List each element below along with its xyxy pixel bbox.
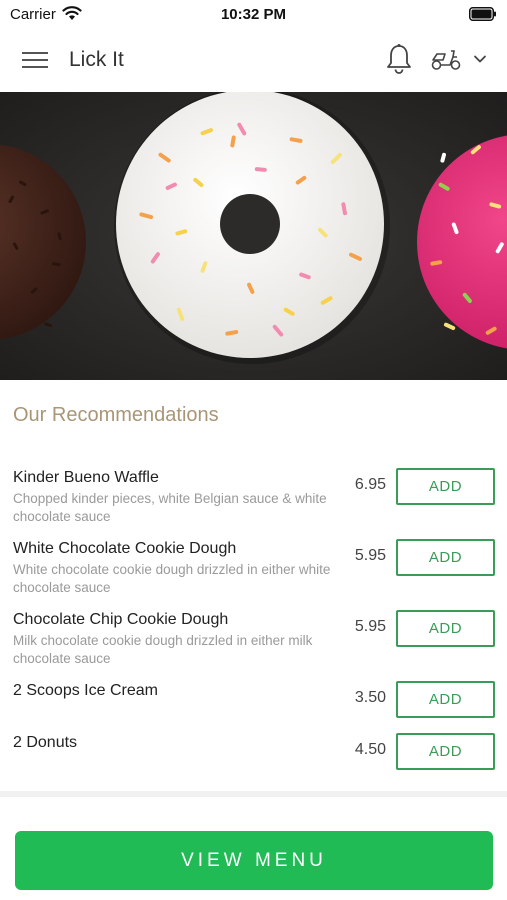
white-sprinkle-donut	[114, 92, 390, 364]
list-item: White Chocolate Cookie Dough White choco…	[0, 533, 507, 603]
add-button[interactable]: ADD	[396, 610, 495, 647]
scooter-icon[interactable]	[430, 46, 462, 72]
nav-bar: Lick It	[0, 30, 507, 92]
battery-icon	[469, 7, 496, 21]
list-item: 2 Scoops Ice Cream 3.50 ADD	[0, 675, 507, 725]
add-button[interactable]: ADD	[396, 539, 495, 576]
item-price: 5.95	[354, 618, 386, 635]
add-button[interactable]: ADD	[396, 733, 495, 770]
item-price: 5.95	[354, 547, 386, 564]
bell-icon[interactable]	[385, 43, 413, 75]
donut-banner-image	[0, 92, 507, 380]
item-name: Kinder Bueno Waffle	[13, 469, 159, 486]
item-name: White Chocolate Cookie Dough	[13, 540, 237, 557]
menu-icon[interactable]	[22, 49, 48, 71]
list-item: 2 Donuts 4.50 ADD	[0, 727, 507, 777]
section-title: Our Recommendations	[13, 404, 219, 426]
app-title: Lick It	[69, 48, 124, 71]
list-item: Kinder Bueno Waffle Chopped kinder piece…	[0, 462, 507, 532]
item-name: Chocolate Chip Cookie Dough	[13, 611, 229, 628]
item-description: Chopped kinder pieces, white Belgian sau…	[13, 491, 327, 524]
item-description: White chocolate cookie dough drizzled in…	[13, 562, 331, 595]
item-description: Milk chocolate cookie dough drizzled in …	[13, 633, 313, 666]
item-price: 6.95	[354, 476, 386, 493]
footer-divider	[0, 791, 507, 797]
list-item: Chocolate Chip Cookie Dough Milk chocola…	[0, 604, 507, 674]
view-menu-button[interactable]: VIEW MENU	[15, 831, 493, 890]
clock: 10:32 PM	[220, 6, 287, 23]
item-name: 2 Donuts	[13, 734, 78, 751]
hero-banner	[0, 92, 507, 380]
item-price: 3.50	[354, 689, 386, 706]
item-name: 2 Scoops Ice Cream	[13, 682, 158, 699]
add-button[interactable]: ADD	[396, 681, 495, 718]
add-button[interactable]: ADD	[396, 468, 495, 505]
status-bar: Carrier 10:32 PM	[0, 0, 507, 30]
item-price: 4.50	[354, 741, 386, 758]
chevron-down-icon[interactable]	[472, 52, 488, 66]
